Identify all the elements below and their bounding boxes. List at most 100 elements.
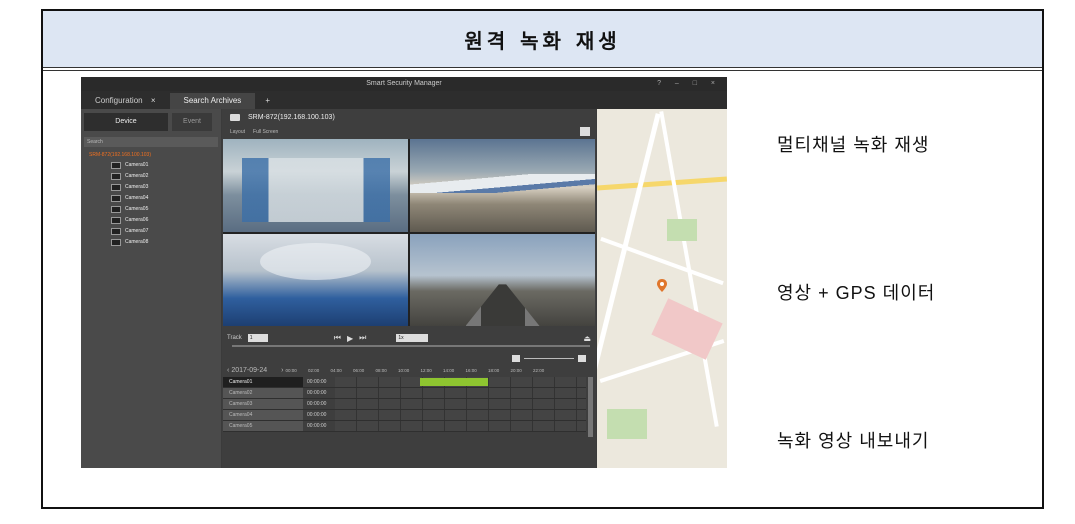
playback-progress-bar[interactable] (232, 345, 590, 347)
timeline-hour-label: 20:00 (510, 367, 522, 373)
timeline-track[interactable] (335, 388, 586, 398)
map-road (659, 111, 719, 427)
next-day-button[interactable]: › (281, 367, 283, 374)
timeline-hour-label: 16:00 (465, 367, 477, 373)
video-grid (223, 139, 595, 326)
track-label: Track (227, 335, 242, 341)
tab-configuration-label: Configuration (95, 96, 143, 105)
timeline-track[interactable] (335, 377, 586, 387)
zoom-slider[interactable] (524, 358, 574, 359)
gps-map[interactable] (597, 109, 727, 468)
speed-select[interactable]: 1x (396, 334, 429, 342)
timeline-hour-label: 12:00 (420, 367, 432, 373)
timeline-track[interactable] (335, 421, 586, 431)
fullscreen-button[interactable]: Full Screen (253, 129, 278, 135)
tab-event[interactable]: Event (172, 113, 212, 131)
timeline-hour-label: 18:00 (488, 367, 500, 373)
zoom-out-button[interactable] (512, 355, 520, 362)
app-title-bar: Smart Security Manager ? – □ × (81, 77, 727, 91)
camera-icon (111, 228, 121, 235)
view-toolbar: Layout Full Screen (222, 125, 596, 139)
timeline-hour-label: 06:00 (353, 367, 365, 373)
tab-search-archives[interactable]: Search Archives (169, 93, 256, 109)
title-divider (43, 70, 1042, 71)
timeline-scrollbar[interactable] (588, 377, 593, 437)
camera-icon (111, 184, 121, 191)
device-search-input[interactable]: Search (84, 137, 218, 147)
tab-configuration[interactable]: Configuration × (81, 93, 170, 109)
timeline-time: 00:00:00 (307, 423, 327, 429)
camera-name: Camera04 (125, 195, 149, 201)
timeline-track[interactable] (335, 399, 586, 409)
timeline-camera-name: Camera02 (223, 388, 303, 398)
device-header: SRM-872(192.168.100.103) (222, 109, 596, 125)
track-select[interactable]: 1 (247, 334, 268, 342)
timeline-row[interactable]: Camera03 00:00:00 (223, 399, 586, 410)
map-park (607, 409, 647, 439)
camera-list-item[interactable]: Camera05 (81, 204, 221, 215)
camera-list-item[interactable]: Camera07 (81, 226, 221, 237)
camera-name: Camera02 (125, 173, 149, 179)
camera-list-item[interactable]: Camera08 (81, 237, 221, 248)
timeline-hour-label: 08:00 (375, 367, 387, 373)
map-district (651, 298, 723, 360)
close-icon[interactable]: × (151, 96, 156, 105)
video-tile-train-cabin[interactable] (223, 233, 408, 326)
timeline-track[interactable] (335, 410, 586, 420)
camera-list-item[interactable]: Camera06 (81, 215, 221, 226)
timeline-row[interactable]: Camera02 00:00:00 (223, 388, 586, 399)
camera-list-item[interactable]: Camera03 (81, 182, 221, 193)
timeline-hour-label: 00:00 (285, 367, 297, 373)
camera-icon (111, 217, 121, 224)
map-pin-icon (657, 279, 667, 292)
timeline-hour-label: 02:00 (308, 367, 320, 373)
timeline-row[interactable]: Camera01 00:00:00 (223, 377, 586, 388)
timeline-row[interactable]: Camera04 00:00:00 (223, 410, 586, 421)
add-tab-button[interactable]: + (255, 93, 280, 109)
timeline-zoom (512, 355, 592, 363)
skip-forward-icon[interactable]: ⏭ (359, 333, 366, 343)
timeline-hour-label: 10:00 (398, 367, 410, 373)
map-road-major (597, 176, 727, 191)
video-tile-subway-interior[interactable] (223, 139, 408, 232)
map-toggle-icon[interactable] (580, 127, 590, 136)
camera-list-item[interactable]: Camera04 (81, 193, 221, 204)
camera-list-item[interactable]: Camera01 (81, 160, 221, 171)
recording-segment[interactable] (420, 378, 489, 386)
timeline-hour-label: 04:00 (330, 367, 342, 373)
camera-name: Camera08 (125, 239, 149, 245)
playback-area: SRM-872(192.168.100.103) Layout Full Scr… (222, 109, 596, 468)
video-tile-railway-track[interactable] (410, 233, 595, 326)
device-label: SRM-872(192.168.100.103) (248, 113, 335, 121)
map-park (667, 219, 697, 241)
window-controls[interactable]: ? – □ × (657, 77, 721, 91)
camera-icon (111, 162, 121, 169)
device-tree-root[interactable]: SRM-872(192.168.100.103) (81, 150, 221, 160)
timeline-hour-label: 22:00 (533, 367, 545, 373)
export-icon[interactable]: ⏏ (583, 334, 591, 343)
camera-list: Camera01 Camera02 Camera03 Camera04 Camera05… (81, 160, 221, 248)
timeline-time: 00:00:00 (307, 390, 327, 396)
camera-list-item[interactable]: Camera02 (81, 171, 221, 182)
tab-device[interactable]: Device (84, 113, 168, 131)
timeline-date[interactable]: 2017-09-24 (231, 367, 267, 374)
content-frame: 원격 녹화 재생 Smart Security Manager ? – □ × … (41, 9, 1044, 509)
skip-back-icon[interactable]: ⏮ (334, 333, 341, 343)
layout-button[interactable]: Layout (230, 129, 245, 135)
camera-icon (111, 195, 121, 202)
video-tile-train-exterior[interactable] (410, 139, 595, 232)
camera-icon (111, 239, 121, 246)
zoom-in-button[interactable] (578, 355, 586, 362)
play-icon[interactable]: ▶ (347, 334, 353, 343)
device-panel-tabs: Device Event (81, 109, 221, 131)
timeline-row[interactable]: Camera05 00:00:00 (223, 421, 586, 432)
camera-name: Camera03 (125, 184, 149, 190)
camera-icon (111, 206, 121, 213)
timeline-grid: Camera01 00:00:00 Camera02 00:00:00 Camera03… (223, 377, 586, 432)
timeline-header: ‹ 2017-09-24 › 00:00 02:00 04:00 06:00 08:00… (223, 364, 595, 376)
app-screenshot: Smart Security Manager ? – □ × Configura… (81, 77, 727, 468)
timeline-camera-name: Camera04 (223, 410, 303, 420)
camera-name: Camera05 (125, 206, 149, 212)
device-panel: Device Event Search SRM-872(192.168.100.… (81, 109, 221, 468)
prev-day-button[interactable]: ‹ (227, 367, 229, 374)
